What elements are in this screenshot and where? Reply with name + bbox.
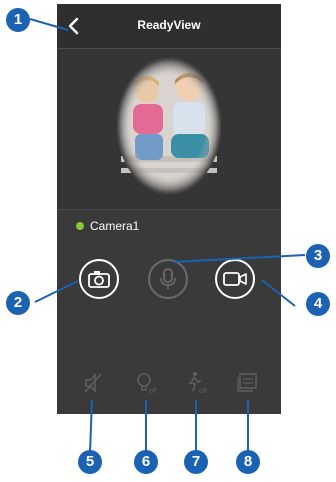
callout-lines bbox=[29, 18, 306, 453]
callout-5: 5 bbox=[78, 450, 102, 474]
callout-3: 3 bbox=[306, 244, 330, 268]
callout-7: 7 bbox=[184, 450, 208, 474]
callout-1: 1 bbox=[6, 8, 30, 32]
callout-4: 4 bbox=[306, 292, 330, 316]
callout-8: 8 bbox=[236, 450, 260, 474]
callout-6: 6 bbox=[134, 450, 158, 474]
callout-2: 2 bbox=[6, 291, 30, 315]
